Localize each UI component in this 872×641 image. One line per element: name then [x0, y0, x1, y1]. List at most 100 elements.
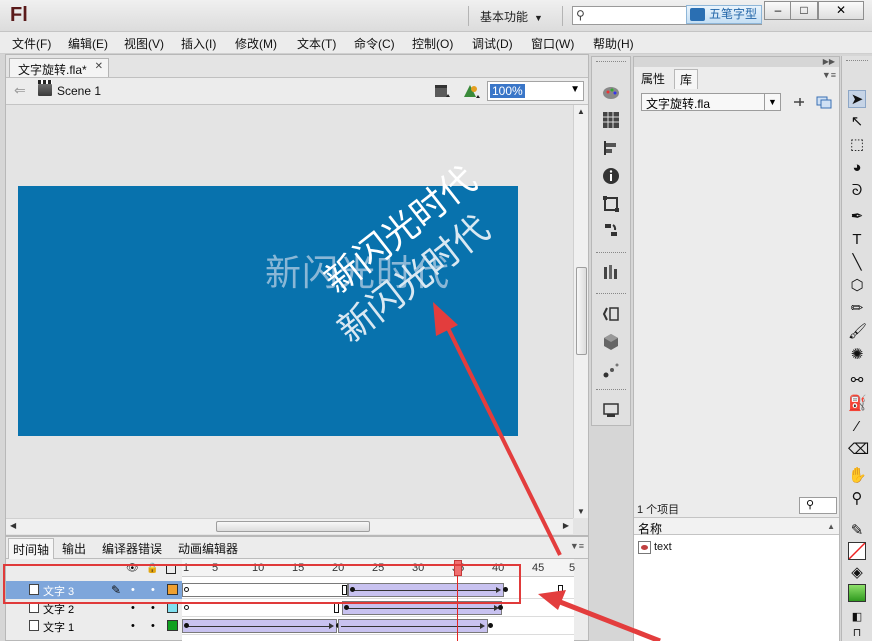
- back-arrow-icon[interactable]: ⇐: [14, 82, 26, 99]
- layer-color-swatch[interactable]: [167, 620, 178, 631]
- subselection-tool-icon[interactable]: ↖: [848, 113, 866, 131]
- menu-text[interactable]: 文本(T): [297, 35, 336, 52]
- document-tab[interactable]: 文字旋转.fla* ✕: [9, 58, 109, 77]
- tab-library[interactable]: 库: [674, 69, 699, 89]
- vertical-scrollbar[interactable]: ▲ ▼: [573, 105, 588, 518]
- fill-color-icon[interactable]: ◈: [848, 564, 866, 582]
- tween-arrow: [185, 623, 334, 629]
- stroke-color-swatch[interactable]: [848, 542, 866, 560]
- edit-scene-icon[interactable]: [434, 84, 450, 98]
- scroll-left-icon[interactable]: ◀: [10, 521, 16, 530]
- horizontal-scrollbar[interactable]: ◀ ▶: [6, 518, 573, 534]
- scroll-up-icon[interactable]: ▲: [577, 107, 585, 116]
- tab-properties[interactable]: 属性: [636, 69, 670, 88]
- free-transform-tool-icon[interactable]: ⬚: [848, 136, 866, 154]
- panel-menu-icon[interactable]: ▼≡: [822, 70, 836, 80]
- fill-color-swatch[interactable]: [848, 584, 866, 602]
- eraser-tool-icon[interactable]: ⌫: [848, 441, 869, 459]
- scroll-right-icon[interactable]: ▶: [563, 521, 569, 530]
- stroke-color-icon[interactable]: ✎: [848, 522, 866, 540]
- polystar-tool-icon[interactable]: ⬡: [848, 277, 866, 295]
- menu-help[interactable]: 帮助(H): [593, 35, 634, 52]
- color-palette-icon[interactable]: [602, 83, 620, 101]
- components-icon[interactable]: [602, 263, 620, 281]
- panel-menu-icon[interactable]: ▼≡: [570, 541, 584, 551]
- workspace-switcher[interactable]: 基本功能 ▼: [480, 8, 543, 25]
- tab-motion-editor[interactable]: 动画编辑器: [178, 540, 238, 557]
- new-library-panel-icon[interactable]: [816, 95, 832, 109]
- history-icon[interactable]: [602, 221, 620, 239]
- selection-tool-icon[interactable]: ➤: [848, 90, 866, 108]
- align-icon[interactable]: [602, 139, 620, 157]
- scene-label[interactable]: Scene 1: [57, 84, 101, 98]
- eyedropper-tool-icon[interactable]: ⁄: [848, 418, 866, 436]
- end-frame[interactable]: [334, 603, 339, 613]
- swatches-icon[interactable]: [602, 111, 620, 129]
- annotation-highlight-box: [3, 564, 521, 604]
- column-header-name[interactable]: 名称 ▲: [634, 517, 839, 536]
- menu-edit[interactable]: 编辑(E): [68, 35, 108, 52]
- motion-tween[interactable]: [338, 619, 488, 633]
- menu-bar: 文件(F) 编辑(E) 视图(V) 插入(I) 修改(M) 文本(T) 命令(C…: [0, 32, 872, 54]
- lasso-tool-icon[interactable]: ᘐ: [848, 182, 866, 200]
- transform-icon[interactable]: [602, 195, 620, 213]
- scroll-down-icon[interactable]: ▼: [577, 507, 585, 516]
- pen-tool-icon[interactable]: ✒: [848, 208, 866, 226]
- snap-to-objects-icon[interactable]: ⊓: [848, 624, 866, 641]
- library-search-input[interactable]: ⚲: [799, 497, 837, 514]
- frame-row-1[interactable]: [182, 617, 574, 635]
- minimize-button[interactable]: –: [764, 1, 792, 20]
- motion-tween[interactable]: [182, 619, 337, 633]
- code-snippets-icon[interactable]: [602, 305, 620, 323]
- pencil-tool-icon[interactable]: ✏: [848, 300, 866, 318]
- tab-timeline[interactable]: 时间轴: [8, 538, 55, 559]
- collapse-bar[interactable]: ▶▶: [634, 57, 839, 67]
- empty-keyframe[interactable]: [184, 605, 189, 610]
- 3d-cubes-icon[interactable]: [602, 333, 620, 351]
- menu-commands[interactable]: 命令(C): [354, 35, 395, 52]
- edit-symbols-icon[interactable]: [462, 83, 480, 99]
- hand-tool-icon[interactable]: ✋: [848, 467, 867, 485]
- info-icon[interactable]: [602, 167, 620, 185]
- close-icon[interactable]: ✕: [95, 61, 103, 72]
- keyframe[interactable]: [498, 605, 503, 610]
- keyframe[interactable]: [488, 623, 493, 628]
- zoom-tool-icon[interactable]: ⚲: [848, 490, 866, 508]
- bone-tool-icon[interactable]: ⚯: [848, 372, 866, 390]
- tab-compiler-errors[interactable]: 编译器错误: [102, 540, 162, 557]
- tab-output[interactable]: 输出: [62, 540, 86, 557]
- grip: [596, 61, 626, 64]
- stage[interactable]: 新闪光时代 新闪光时代 新闪光时代: [18, 159, 518, 436]
- menu-view[interactable]: 视图(V): [124, 35, 164, 52]
- menu-insert[interactable]: 插入(I): [181, 35, 216, 52]
- menu-debug[interactable]: 调试(D): [472, 35, 513, 52]
- pin-library-icon[interactable]: [792, 95, 806, 109]
- library-panel: ▶▶ 属性 库 ▼≡ 文字旋转.fla ▼ 1 个项目 ⚲ 名称 ▲ text: [633, 56, 840, 641]
- brush-tool-icon[interactable]: 🖌: [848, 323, 867, 341]
- scroll-thumb[interactable]: [216, 521, 370, 532]
- layer-row-1[interactable]: 文字 1 • •: [6, 617, 182, 635]
- menu-window[interactable]: 窗口(W): [531, 35, 574, 52]
- menu-modify[interactable]: 修改(M): [235, 35, 277, 52]
- scroll-thumb[interactable]: [576, 267, 587, 355]
- lock-dot[interactable]: •: [151, 620, 155, 632]
- ime-indicator[interactable]: 五笔字型: [686, 5, 762, 24]
- text-tool-icon[interactable]: T: [848, 231, 866, 249]
- library-file-select[interactable]: 文字旋转.fla ▼: [641, 93, 781, 111]
- menu-control[interactable]: 控制(O): [412, 35, 453, 52]
- project-icon[interactable]: [602, 401, 620, 419]
- close-button[interactable]: ✕: [818, 1, 864, 20]
- zoom-select[interactable]: 100% ▼: [487, 81, 584, 101]
- paint-bucket-tool-icon[interactable]: ⛽: [848, 395, 867, 413]
- end-frame[interactable]: [558, 585, 563, 595]
- keyframe[interactable]: [344, 605, 349, 610]
- 3d-rotation-tool-icon[interactable]: ◕: [848, 159, 866, 177]
- line-tool-icon[interactable]: ╲: [848, 254, 866, 272]
- menu-file[interactable]: 文件(F): [12, 35, 51, 52]
- motion-presets-icon[interactable]: [602, 361, 620, 379]
- maximize-button[interactable]: □: [790, 1, 818, 20]
- library-item[interactable]: text: [654, 541, 672, 553]
- visibility-dot[interactable]: •: [131, 620, 135, 632]
- deco-tool-icon[interactable]: ✺: [848, 346, 866, 364]
- keyframe[interactable]: [184, 623, 189, 628]
